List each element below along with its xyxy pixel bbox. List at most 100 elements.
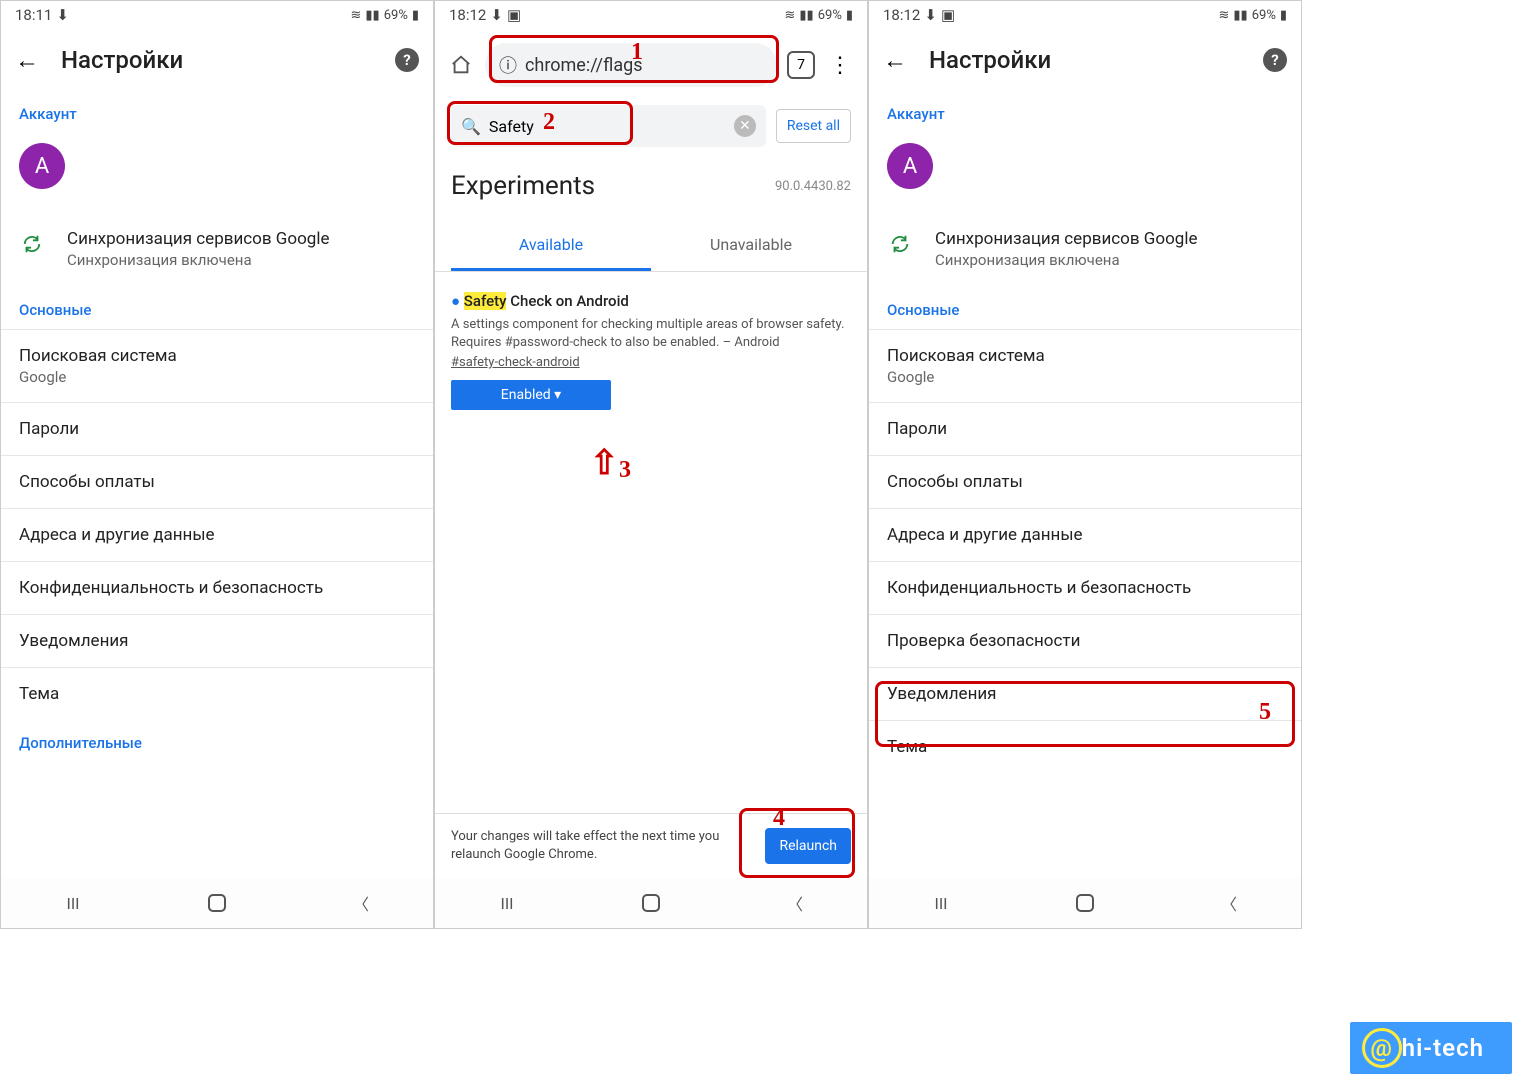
url-bar[interactable]: ⓘ chrome://flags (485, 43, 777, 87)
flag-anchor[interactable]: #safety-check-android (451, 355, 580, 370)
search-value: Safety (489, 117, 726, 136)
page-title: Настройки (61, 46, 373, 74)
item-passwords[interactable]: Пароли (1, 402, 433, 455)
battery-icon: ▮ (412, 8, 419, 23)
flag-description: A settings component for checking multip… (451, 316, 851, 351)
annotation-number-3: 3 (619, 457, 631, 484)
help-icon[interactable]: ? (395, 48, 419, 72)
section-basic: Основные (869, 287, 1301, 329)
settings-header: ← Настройки ? (869, 29, 1301, 91)
phone-settings-after: 18:12 ⬇ ▣ ≋ ▮▮ 69% ▮ ← Настройки ? Аккау… (868, 0, 1302, 929)
wifi-icon: ≋ (350, 8, 361, 23)
signal-icon: ▮▮ (365, 8, 379, 23)
item-payment[interactable]: Способы оплаты (869, 455, 1301, 508)
phone-flags: 18:12 ⬇ ▣ ≋ ▮▮ 69% ▮ ⓘ chrome://flags 7 … (434, 0, 868, 929)
sync-icon (19, 231, 45, 257)
settings-header: ← Настройки ? (1, 29, 433, 91)
sync-subtitle: Синхронизация включена (67, 251, 415, 269)
home-button[interactable] (202, 888, 232, 918)
status-bar: 18:12 ⬇ ▣ ≋ ▮▮ 69% ▮ (869, 1, 1301, 29)
download-icon: ⬇ (490, 6, 503, 24)
page-title: Настройки (929, 46, 1241, 74)
battery-percent: 69% (818, 8, 842, 23)
avatar-row[interactable]: А (869, 133, 1301, 217)
watermark: hi-tech (1350, 1022, 1512, 1074)
item-addresses[interactable]: Адреса и другие данные (869, 508, 1301, 561)
relaunch-button[interactable]: Relaunch (765, 828, 851, 864)
status-bar: 18:11 ⬇ ≋ ▮▮ 69% ▮ (1, 1, 433, 29)
signal-icon: ▮▮ (799, 8, 813, 23)
info-icon: ⓘ (499, 52, 517, 78)
item-payment[interactable]: Способы оплаты (1, 455, 433, 508)
flags-search-input[interactable]: 🔍 Safety ✕ (451, 105, 766, 147)
status-bar: 18:12 ⬇ ▣ ≋ ▮▮ 69% ▮ (435, 1, 867, 29)
sync-row[interactable]: Синхронизация сервисов Google Синхрониза… (1, 217, 433, 287)
back-button[interactable]: 〈 (780, 888, 810, 918)
item-addresses[interactable]: Адреса и другие данные (1, 508, 433, 561)
sync-icon (887, 231, 913, 257)
flags-search-row: 🔍 Safety ✕ Reset all (435, 101, 867, 159)
download-icon: ⬇ (56, 6, 69, 24)
home-icon[interactable] (447, 51, 475, 79)
recent-apps-button[interactable]: III (58, 888, 88, 918)
android-nav-bar: III 〈 (435, 878, 867, 928)
section-additional: Дополнительные (1, 720, 433, 762)
sync-title: Синхронизация сервисов Google (67, 229, 415, 249)
chrome-version: 90.0.4430.82 (775, 179, 851, 194)
back-icon[interactable]: ← (15, 46, 39, 75)
item-passwords[interactable]: Пароли (869, 402, 1301, 455)
recent-apps-button[interactable]: III (492, 888, 522, 918)
screenshot-icon: ▣ (507, 6, 521, 24)
item-safety-check[interactable]: Проверка безопасности (869, 614, 1301, 667)
recent-apps-button[interactable]: III (926, 888, 956, 918)
status-time: 18:12 (883, 6, 920, 24)
relaunch-text: Your changes will take effect the next t… (451, 828, 755, 863)
android-nav-bar: III 〈 (869, 878, 1301, 928)
sync-row[interactable]: Синхронизация сервисов Google Синхрониза… (869, 217, 1301, 287)
home-button[interactable] (1070, 888, 1100, 918)
download-icon: ⬇ (924, 6, 937, 24)
section-basic: Основные (1, 287, 433, 329)
url-text: chrome://flags (525, 55, 643, 76)
item-notifications[interactable]: Уведомления (1, 614, 433, 667)
browser-toolbar: ⓘ chrome://flags 7 ⋮ (435, 29, 867, 101)
relaunch-bar: Your changes will take effect the next t… (435, 813, 867, 878)
battery-percent: 69% (384, 8, 408, 23)
menu-icon[interactable]: ⋮ (825, 53, 855, 78)
android-nav-bar: III 〈 (1, 878, 433, 928)
item-search-engine[interactable]: Поисковая система Google (1, 329, 433, 402)
tab-switcher[interactable]: 7 (787, 51, 815, 79)
screenshot-icon: ▣ (941, 6, 955, 24)
section-account: Аккаунт (1, 91, 433, 133)
help-icon[interactable]: ? (1263, 48, 1287, 72)
tab-available[interactable]: Available (451, 221, 651, 271)
reset-all-button[interactable]: Reset all (776, 109, 851, 143)
back-button[interactable]: 〈 (346, 888, 376, 918)
item-privacy[interactable]: Конфиденциальность и безопасность (869, 561, 1301, 614)
avatar: А (887, 143, 933, 189)
flag-state-select[interactable]: Enabled ▾ (451, 380, 611, 410)
clear-icon[interactable]: ✕ (734, 115, 756, 137)
item-search-engine[interactable]: Поисковая система Google (869, 329, 1301, 402)
back-button[interactable]: 〈 (1214, 888, 1244, 918)
flag-title: Safety Check on Android (451, 292, 851, 310)
item-theme[interactable]: Тема (1, 667, 433, 720)
tab-unavailable[interactable]: Unavailable (651, 221, 851, 271)
section-account: Аккаунт (869, 91, 1301, 133)
item-theme[interactable]: Тема (869, 720, 1301, 773)
avatar-row[interactable]: А (1, 133, 433, 217)
phone-settings-before: 18:11 ⬇ ≋ ▮▮ 69% ▮ ← Настройки ? Аккаунт… (0, 0, 434, 929)
signal-icon: ▮▮ (1233, 8, 1247, 23)
wifi-icon: ≋ (784, 8, 795, 23)
flags-tabs: Available Unavailable (435, 221, 867, 272)
item-privacy[interactable]: Конфиденциальность и безопасность (1, 561, 433, 614)
home-button[interactable] (636, 888, 666, 918)
wifi-icon: ≋ (1218, 8, 1229, 23)
battery-icon: ▮ (1280, 8, 1287, 23)
back-icon[interactable]: ← (883, 46, 907, 75)
sync-subtitle: Синхронизация включена (935, 251, 1283, 269)
status-time: 18:11 (15, 6, 52, 24)
chevron-down-icon: ▾ (554, 387, 561, 403)
item-notifications[interactable]: Уведомления (869, 667, 1301, 720)
battery-percent: 69% (1252, 8, 1276, 23)
